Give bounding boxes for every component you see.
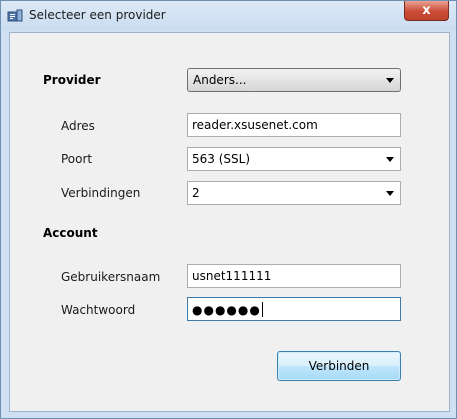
dialog-window: Selecteer een provider x Provider Anders…: [0, 0, 457, 419]
connections-selected-value: 2: [192, 186, 200, 200]
account-section-label: Account: [43, 226, 98, 240]
window-title: Selecteer een provider: [29, 8, 166, 22]
port-selected-value: 563 (SSL): [192, 152, 251, 166]
chevron-down-icon: [386, 191, 394, 196]
provider-dropdown[interactable]: Anders...: [187, 68, 401, 92]
port-dropdown[interactable]: 563 (SSL): [187, 147, 401, 171]
dialog-content: Provider Anders... Adres reader.xsusenet…: [9, 32, 450, 412]
address-input[interactable]: reader.xsusenet.com: [187, 113, 401, 137]
chevron-down-icon: [386, 78, 394, 83]
address-label: Adres: [61, 119, 95, 133]
password-label: Wachtwoord: [61, 303, 136, 317]
username-label: Gebruikersnaam: [61, 270, 161, 284]
connect-button-label: Verbinden: [308, 359, 370, 373]
close-icon: x: [422, 3, 431, 18]
provider-section-label: Provider: [43, 73, 101, 87]
connect-button[interactable]: Verbinden: [277, 351, 401, 381]
connections-dropdown[interactable]: 2: [187, 181, 401, 205]
address-value: reader.xsusenet.com: [192, 118, 318, 132]
connections-label: Verbindingen: [61, 186, 141, 200]
title-bar[interactable]: Selecteer een provider x: [1, 1, 456, 31]
username-input[interactable]: usnet111111: [187, 264, 401, 288]
password-input[interactable]: ●●●●●●: [187, 297, 401, 321]
password-masked-value: ●●●●●●: [192, 303, 261, 317]
close-button[interactable]: x: [404, 1, 449, 21]
app-icon: [7, 9, 23, 23]
chevron-down-icon: [386, 157, 394, 162]
username-value: usnet111111: [192, 269, 272, 283]
text-caret: [261, 302, 263, 317]
port-label: Poort: [61, 152, 93, 166]
provider-selected-value: Anders...: [193, 73, 247, 87]
